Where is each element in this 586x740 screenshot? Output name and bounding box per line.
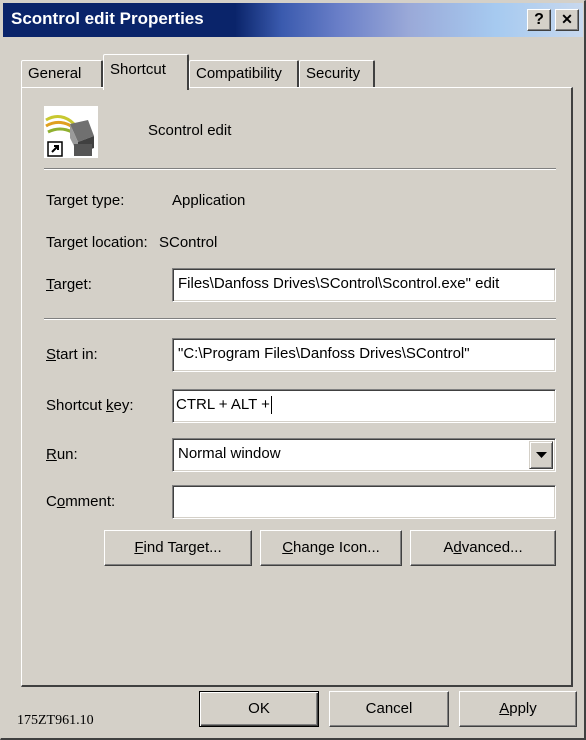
advanced-button[interactable]: Advanced... xyxy=(410,530,556,566)
shortcut-key-value: CTRL + ALT + xyxy=(176,396,270,413)
tab-compatibility[interactable]: Compatibility xyxy=(189,60,299,88)
find-target-button[interactable]: Find Target... xyxy=(104,530,252,566)
run-label: Run: xyxy=(46,446,78,463)
target-label: Target: xyxy=(46,276,92,293)
target-type-value: Application xyxy=(172,192,246,209)
ok-button[interactable]: OK xyxy=(199,691,319,727)
shortcut-key-label: Shortcut key: xyxy=(46,397,134,414)
figure-caption: 175ZT961.10 xyxy=(17,713,94,728)
tab-general[interactable]: General xyxy=(21,60,103,88)
tab-shortcut[interactable]: Shortcut xyxy=(103,54,189,90)
separator xyxy=(44,168,556,170)
scontrol-app-icon xyxy=(44,106,98,158)
run-select-value: Normal window xyxy=(178,445,281,462)
target-location-value: SControl xyxy=(159,234,218,251)
help-button[interactable]: ? xyxy=(527,9,551,31)
run-select[interactable]: Normal window xyxy=(172,438,556,472)
separator xyxy=(44,318,556,320)
comment-label: Comment: xyxy=(46,493,116,510)
start-in-label: Start in: xyxy=(46,346,98,363)
dropdown-arrow-button[interactable] xyxy=(529,441,553,469)
window-title: Scontrol edit Properties xyxy=(11,9,204,28)
target-location-label: Target location: xyxy=(46,234,148,251)
start-in-input[interactable]: "C:\Program Files\Danfoss Drives\SContro… xyxy=(172,338,556,372)
shortcut-key-input[interactable]: CTRL + ALT + xyxy=(172,389,556,423)
shortcut-name: Scontrol edit xyxy=(148,122,232,139)
text-caret xyxy=(270,396,272,415)
close-button[interactable]: ✕ xyxy=(555,9,579,31)
cancel-button[interactable]: Cancel xyxy=(329,691,449,727)
change-icon-button[interactable]: Change Icon... xyxy=(260,530,402,566)
target-type-label: Target type: xyxy=(46,192,125,209)
properties-dialog: Scontrol edit Properties ? ✕ General Sho… xyxy=(0,0,586,740)
shortcut-panel: Scontrol edit Target type: Application T… xyxy=(21,87,573,687)
target-input[interactable]: Files\Danfoss Drives\SControl\Scontrol.e… xyxy=(172,268,556,302)
chevron-down-icon xyxy=(536,452,547,458)
comment-input[interactable] xyxy=(172,485,556,519)
title-bar[interactable]: Scontrol edit Properties ? ✕ xyxy=(3,3,583,37)
apply-button[interactable]: Apply xyxy=(459,691,577,727)
tab-security[interactable]: Security xyxy=(299,60,375,88)
